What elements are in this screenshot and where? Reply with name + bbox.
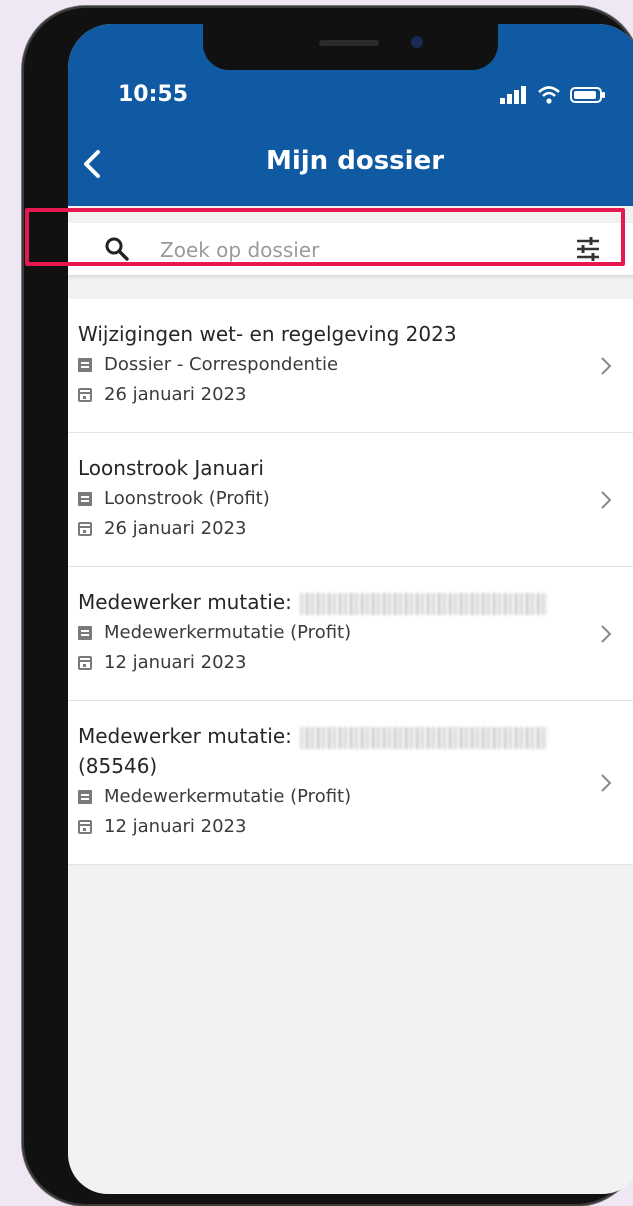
item-date-row: 12 januari 2023 xyxy=(78,649,582,677)
phone-frame: 10:55 Mijn dossier Zoek op dossier Wijzi… xyxy=(22,6,633,1206)
item-date: 26 januari 2023 xyxy=(104,384,247,405)
redacted-name xyxy=(299,592,548,615)
chevron-right-icon xyxy=(601,773,612,792)
item-title: Loonstrook Januari xyxy=(78,456,264,480)
item-type-row: Medewerkermutatie (Profit) xyxy=(78,783,582,811)
app-header: 10:55 Mijn dossier xyxy=(68,24,633,206)
item-title-line2: (85546) xyxy=(78,754,158,778)
wifi-icon xyxy=(538,86,560,104)
item-title-row: Medewerker mutatie: xyxy=(78,721,582,751)
dossier-list: Wijzigingen wet- en regelgeving 2023 Dos… xyxy=(68,299,633,865)
calendar-icon xyxy=(78,820,92,834)
item-title: Medewerker mutatie: xyxy=(78,590,292,614)
app-screen: 10:55 Mijn dossier Zoek op dossier Wijzi… xyxy=(68,24,633,1194)
list-item[interactable]: Wijzigingen wet- en regelgeving 2023 Dos… xyxy=(68,299,633,433)
status-icons xyxy=(500,86,606,104)
document-icon xyxy=(78,626,92,640)
item-type-row: Dossier - Correspondentie xyxy=(78,351,582,379)
chevron-right-icon xyxy=(601,624,612,643)
document-icon xyxy=(78,492,92,506)
document-icon xyxy=(78,358,92,372)
item-type-row: Loonstrook (Profit) xyxy=(78,485,582,513)
item-type: Medewerkermutatie (Profit) xyxy=(104,622,352,643)
calendar-icon xyxy=(78,388,92,402)
chevron-right-icon xyxy=(601,356,612,375)
list-item[interactable]: Medewerker mutatie: (85546) Medewerkermu… xyxy=(68,701,633,865)
item-date: 12 januari 2023 xyxy=(104,652,247,673)
item-type: Medewerkermutatie (Profit) xyxy=(104,786,352,807)
calendar-icon xyxy=(78,656,92,670)
list-item[interactable]: Medewerker mutatie: Medewerkermutatie (P… xyxy=(68,567,633,701)
camera-icon xyxy=(411,36,423,48)
item-title: Medewerker mutatie: xyxy=(78,724,292,748)
item-date-row: 26 januari 2023 xyxy=(78,515,582,543)
item-type: Loonstrook (Profit) xyxy=(104,488,270,509)
signal-icon xyxy=(500,86,526,104)
item-date-row: 12 januari 2023 xyxy=(78,813,582,841)
notch xyxy=(203,24,498,70)
item-date-row: 26 januari 2023 xyxy=(78,381,582,409)
item-date: 12 januari 2023 xyxy=(104,816,247,837)
battery-icon xyxy=(570,87,605,103)
item-type: Dossier - Correspondentie xyxy=(104,354,339,375)
redacted-name xyxy=(299,726,548,749)
item-type-row: Medewerkermutatie (Profit) xyxy=(78,619,582,647)
speaker xyxy=(319,40,379,46)
search-highlight-box xyxy=(25,208,625,266)
list-item[interactable]: Loonstrook Januari Loonstrook (Profit) 2… xyxy=(68,433,633,567)
item-title-row: Medewerker mutatie: xyxy=(78,587,582,617)
item-date: 26 januari 2023 xyxy=(104,518,247,539)
document-icon xyxy=(78,790,92,804)
status-time: 10:55 xyxy=(118,82,189,107)
chevron-right-icon xyxy=(601,490,612,509)
item-title: Wijzigingen wet- en regelgeving 2023 xyxy=(78,322,457,346)
calendar-icon xyxy=(78,522,92,536)
page-title: Mijn dossier xyxy=(265,146,445,176)
